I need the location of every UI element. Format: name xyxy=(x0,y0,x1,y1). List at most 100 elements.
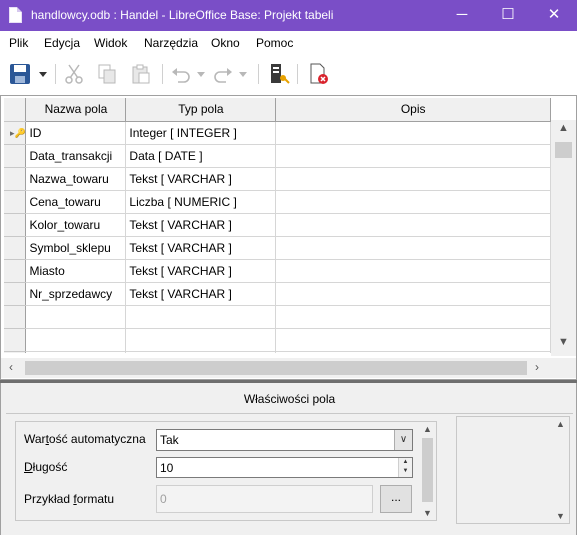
table-row[interactable]: Nazwa_towaru Tekst [ VARCHAR ] xyxy=(4,167,551,191)
table-row[interactable]: Data_transakcji Data [ DATE ] xyxy=(4,144,551,168)
toolbar xyxy=(0,55,577,93)
format-example-label: Przykład formatu xyxy=(24,492,115,506)
field-description-cell[interactable] xyxy=(275,213,551,237)
help-vertical-scrollbar[interactable]: ▲ ▼ xyxy=(552,417,569,523)
empty-table-row[interactable] xyxy=(4,328,551,352)
field-description-cell[interactable] xyxy=(275,305,551,329)
field-name-cell[interactable]: Miasto xyxy=(25,259,127,283)
row-handle[interactable] xyxy=(4,144,27,168)
save-icon[interactable] xyxy=(9,63,31,85)
field-type-cell[interactable]: Tekst [ VARCHAR ] xyxy=(125,259,277,283)
field-name-cell[interactable]: Data_transakcji xyxy=(25,144,127,168)
save-dropdown-chevron-down-icon[interactable] xyxy=(37,63,49,85)
primary-key-marker-icon: ▸🔑 xyxy=(10,127,26,138)
field-name-cell[interactable]: Symbol_sklepu xyxy=(25,236,127,260)
table-vertical-scrollbar[interactable]: ▲ ▼ xyxy=(551,120,576,356)
scroll-right-chevron-icon[interactable]: › xyxy=(535,360,539,374)
row-handle[interactable]: ▸🔑 xyxy=(4,121,27,145)
table-row[interactable]: ▸🔑 ID Integer [ INTEGER ] xyxy=(4,121,551,145)
field-description-cell[interactable] xyxy=(275,328,551,352)
field-description-cell[interactable] xyxy=(275,351,551,353)
index-design-icon[interactable] xyxy=(308,63,330,85)
column-header-nazwa-pola[interactable]: Nazwa pola xyxy=(25,98,127,122)
empty-table-row[interactable] xyxy=(4,305,551,329)
menu-plik[interactable]: Plik xyxy=(9,36,28,50)
scroll-down-chevron-icon[interactable]: ▼ xyxy=(551,336,576,354)
field-description-cell[interactable] xyxy=(275,259,551,283)
row-handle[interactable] xyxy=(4,282,27,306)
scroll-down-chevron-icon[interactable]: ▼ xyxy=(552,511,569,521)
field-name-cell[interactable]: Nr_sprzedawcy xyxy=(25,282,127,306)
menu-okno[interactable]: Okno xyxy=(211,36,240,50)
field-description-cell[interactable] xyxy=(275,190,551,214)
field-type-cell[interactable]: Integer [ INTEGER ] xyxy=(125,121,277,145)
scroll-thumb[interactable] xyxy=(555,142,572,158)
row-handle[interactable] xyxy=(4,190,27,214)
scroll-left-chevron-icon[interactable]: ‹ xyxy=(9,360,13,374)
menu-edycja[interactable]: Edycja xyxy=(44,36,80,50)
minimize-button[interactable]: ─ xyxy=(439,0,485,31)
field-type-cell[interactable] xyxy=(125,351,277,353)
field-type-cell[interactable]: Tekst [ VARCHAR ] xyxy=(125,282,277,306)
field-name-cell[interactable] xyxy=(25,351,127,353)
row-handle[interactable] xyxy=(4,351,27,353)
field-description-cell[interactable] xyxy=(275,282,551,306)
field-name-cell[interactable]: Nazwa_towaru xyxy=(25,167,127,191)
field-type-cell[interactable] xyxy=(125,305,277,329)
table-row[interactable]: Kolor_towaru Tekst [ VARCHAR ] xyxy=(4,213,551,237)
scroll-up-chevron-icon[interactable]: ▲ xyxy=(551,122,576,140)
table-row[interactable]: Symbol_sklepu Tekst [ VARCHAR ] xyxy=(4,236,551,260)
length-stepper[interactable]: 10 ▲ ▼ xyxy=(156,457,413,478)
menu-widok[interactable]: Widok xyxy=(94,36,127,50)
scrollbar-corner xyxy=(551,358,576,378)
table-horizontal-scrollbar[interactable]: ‹ › xyxy=(1,358,551,378)
menu-narzedzia[interactable]: Narzędzia xyxy=(144,36,198,50)
autovalue-select[interactable]: Tak ∨ xyxy=(156,429,413,451)
field-type-cell[interactable]: Liczba [ NUMERIC ] xyxy=(125,190,277,214)
field-name-cell[interactable]: Cena_towaru xyxy=(25,190,127,214)
scroll-up-chevron-icon[interactable]: ▲ xyxy=(552,419,569,429)
scroll-up-chevron-icon[interactable]: ▲ xyxy=(419,424,436,434)
row-handle[interactable] xyxy=(4,236,27,260)
chevron-down-icon[interactable]: ∨ xyxy=(394,430,412,450)
field-type-cell[interactable] xyxy=(125,328,277,352)
field-type-cell[interactable]: Tekst [ VARCHAR ] xyxy=(125,167,277,191)
field-type-cell[interactable]: Tekst [ VARCHAR ] xyxy=(125,236,277,260)
menu-pomoc[interactable]: Pomoc xyxy=(256,36,293,50)
field-name-cell[interactable]: ID xyxy=(25,121,127,145)
row-handle[interactable] xyxy=(4,259,27,283)
field-description-cell[interactable] xyxy=(275,121,551,145)
row-handle[interactable] xyxy=(4,305,27,329)
maximize-button[interactable]: ☐ xyxy=(485,0,531,31)
table-row[interactable]: Nr_sprzedawcy Tekst [ VARCHAR ] xyxy=(4,282,551,306)
field-name-cell[interactable]: Kolor_towaru xyxy=(25,213,127,237)
field-description-cell[interactable] xyxy=(275,236,551,260)
scroll-thumb[interactable] xyxy=(25,361,527,375)
table-row[interactable]: Cena_towaru Liczba [ NUMERIC ] xyxy=(4,190,551,214)
properties-vertical-scrollbar[interactable]: ▲ ▼ xyxy=(419,422,436,520)
field-description-cell[interactable] xyxy=(275,144,551,168)
empty-table-row[interactable] xyxy=(4,351,551,353)
scroll-down-chevron-icon[interactable]: ▼ xyxy=(419,508,436,518)
field-description-cell[interactable] xyxy=(275,167,551,191)
toolbar-separator xyxy=(55,64,56,84)
field-table: Nazwa pola Typ pola Opis ▸🔑 ID Integer [… xyxy=(4,98,551,353)
field-name-cell[interactable] xyxy=(25,328,127,352)
length-label: Długość xyxy=(24,460,68,474)
primary-key-icon[interactable] xyxy=(268,63,290,85)
column-header-typ-pola[interactable]: Typ pola xyxy=(125,98,277,122)
format-button[interactable]: ... xyxy=(380,485,412,513)
table-row[interactable]: Miasto Tekst [ VARCHAR ] xyxy=(4,259,551,283)
length-value: 10 xyxy=(160,461,174,475)
field-type-cell[interactable]: Tekst [ VARCHAR ] xyxy=(125,213,277,237)
row-handle[interactable] xyxy=(4,213,27,237)
field-name-cell[interactable] xyxy=(25,305,127,329)
cut-icon xyxy=(65,64,83,84)
scroll-thumb[interactable] xyxy=(422,438,433,502)
row-handle[interactable] xyxy=(4,167,27,191)
stepper-arrows-icon[interactable]: ▲ ▼ xyxy=(398,458,412,477)
close-button[interactable]: ✕ xyxy=(531,0,577,31)
field-type-cell[interactable]: Data [ DATE ] xyxy=(125,144,277,168)
column-header-opis[interactable]: Opis xyxy=(275,98,551,122)
row-handle[interactable] xyxy=(4,328,27,352)
